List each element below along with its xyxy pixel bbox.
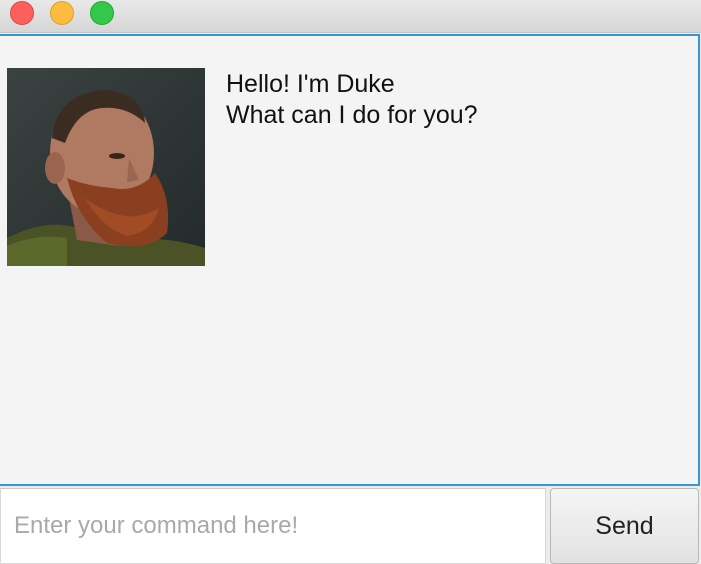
duke-message-text: Hello! I'm Duke What can I do for you? [226, 69, 478, 131]
input-row: Send [0, 486, 701, 564]
chat-scroll-pane[interactable]: Hello! I'm Duke What can I do for you? [0, 34, 700, 486]
message-line: Hello! I'm Duke [226, 70, 395, 98]
duke-avatar-image [7, 68, 205, 266]
zoom-window-button[interactable] [90, 1, 114, 25]
minimize-window-button[interactable] [50, 1, 74, 25]
send-button[interactable]: Send [550, 488, 699, 564]
command-input[interactable] [0, 488, 546, 564]
message-line: What can I do for you? [226, 101, 478, 129]
window-titlebar [0, 0, 701, 33]
close-window-button[interactable] [10, 1, 34, 25]
